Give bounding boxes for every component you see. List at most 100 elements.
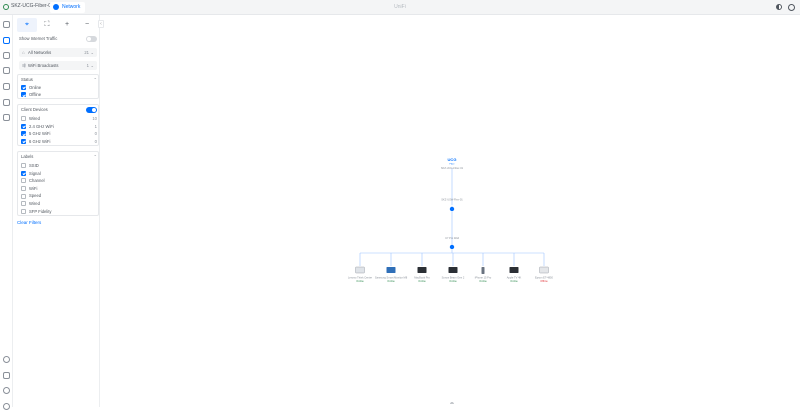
brand-logo: UniFi [394,4,406,10]
switch-port-icon [449,206,455,212]
channel-checkbox[interactable] [21,178,26,184]
wifi-24-checkbox[interactable] [21,123,26,129]
wifi-24-count: 1 [94,123,97,129]
client-label: Apple TV 4K [507,276,522,280]
client-node[interactable]: Lenovo Think CentreOnline [348,253,373,283]
recenter-icon[interactable]: ⌓ [448,400,456,406]
wifi-label-checkbox[interactable] [21,186,26,192]
show-internet-traffic-label: Show Internet Traffic [19,36,58,41]
alerts-icon[interactable] [3,387,10,394]
zoom-in-button[interactable]: + [57,18,77,32]
show-internet-traffic-row: Show Internet Traffic [19,34,97,43]
client-label: iPhone 15 Pro [475,276,492,280]
chevron-down-icon: ⌄ [90,63,94,68]
client-node[interactable]: Samsung Smart Monitor M8Online [375,253,408,283]
client-node[interactable]: Sonos Beam Gen 2Online [442,253,465,283]
printer-device-icon [539,266,549,274]
network-select[interactable]: ⌂ All Networks 21 ⌄ [19,48,97,57]
theme-toggle-icon[interactable] [776,4,782,10]
gateway-node[interactable]: UCG Fiber SKZ-UCG-Fiber-01 [441,156,464,170]
status-online-option[interactable]: Online [21,84,97,92]
clear-filters-link[interactable]: Clear Filters [17,220,41,225]
wifi-6-checkbox[interactable] [21,139,26,145]
topology-canvas[interactable]: UCG Fiber SKZ-UCG-Fiber-01 SKZ-USW-Flex-… [100,15,800,407]
speed-label: Speed [29,193,42,199]
client-node[interactable]: iPhone 15 ProOnline [475,253,492,283]
client-status: Online [510,279,518,283]
label-signal-option[interactable]: Signal [21,170,97,178]
status-group: Status ⌃ Online Offline [17,74,99,99]
speed-checkbox[interactable] [21,193,26,199]
label-ssid-option[interactable]: SSID [21,162,97,170]
client-devices-toggle[interactable] [86,106,97,113]
dashboard-icon[interactable] [3,21,10,28]
wifi-label-text: WiFi [29,185,38,191]
wifi-icon: ⇶ [22,63,26,68]
tab-network-label: Network [62,4,81,10]
switch-label: SKZ-USW-Flex-01 [441,198,463,202]
client-node[interactable]: Epson ET-4850Offline [535,253,553,283]
cursor-tool-button[interactable]: ⌖ [17,18,37,32]
client-label: Sonos Beam Gen 2 [442,276,465,280]
label-wifi-option[interactable]: WiFi [21,185,97,193]
offline-checkbox[interactable] [21,92,26,98]
insights-icon[interactable] [3,83,10,90]
user-avatar-icon[interactable] [788,4,795,11]
ap-label: U7 Pro Wall [445,236,459,240]
notes-icon[interactable] [3,372,10,379]
wifi-6-label: 6 GHz WiFi [29,138,51,144]
client-nodes: Lenovo Think CentreOnlineSamsung Smart M… [348,253,553,283]
chevron-up-icon: ⌃ [93,154,97,159]
client-status: Online [479,279,487,283]
support-icon[interactable] [3,356,10,363]
client-node[interactable]: Apple TV 4KOnline [507,253,522,283]
wifi-6-option[interactable]: 6 GHz WiFi 0 [21,138,97,146]
wifi-select[interactable]: ⇶ WiFi Broadcasts 1 ⌄ [19,61,97,70]
wired-option[interactable]: Wired 10 [21,115,97,123]
console-icon[interactable] [3,4,9,10]
security-shield-icon[interactable] [3,114,10,121]
monitor-device-icon [386,267,396,273]
label-speed-option[interactable]: Speed [21,192,97,200]
chevron-down-icon: ⌄ [90,50,94,55]
channel-label: Channel [29,178,45,184]
tab-network[interactable]: Network [50,2,86,13]
wifi-24-option[interactable]: 2.4 GHz WiFi 1 [21,123,97,131]
gateway-label: SKZ-UCG-Fiber-01 [441,166,464,170]
labels-title: Labels [21,154,34,159]
label-wired-option[interactable]: Wired [21,200,97,208]
top-bar: SKZ-UCG-Fiber-01 Network UniFi [0,0,800,15]
console-name[interactable]: SKZ-UCG-Fiber-01 [11,3,54,9]
client-status: Online [356,279,364,283]
wired-label-checkbox[interactable] [21,201,26,207]
wifi-5-checkbox[interactable] [21,131,26,137]
labels-header[interactable]: Labels ⌃ [21,152,97,161]
label-sfp-option[interactable]: SFP Fidelity [21,208,97,216]
sfp-checkbox[interactable] [21,208,26,214]
wifi-5-option[interactable]: 5 GHz WiFi 0 [21,130,97,138]
filter-panel: ⌖ ⛶ + − Show Internet Traffic ⌂ All Netw… [13,15,100,407]
clients-icon[interactable] [3,67,10,74]
wired-checkbox[interactable] [21,116,26,122]
wifi-count: 1 [86,63,89,68]
laptop-device-icon [417,267,427,273]
client-status: Online [418,279,426,283]
wifi-5-label: 5 GHz WiFi [29,131,51,137]
ssid-label: SSID [29,163,39,168]
client-node[interactable]: MacBook ProOnline [414,253,430,283]
offline-label: Offline [29,92,42,97]
status-offline-option[interactable]: Offline [21,91,97,99]
online-checkbox[interactable] [21,84,26,90]
zoom-out-button[interactable]: − [77,18,97,32]
client-status: Offline [540,279,548,283]
statistics-icon[interactable] [3,99,10,106]
client-label: Samsung Smart Monitor M8 [375,276,408,280]
fit-view-button[interactable]: ⛶ [37,18,57,32]
ssid-checkbox[interactable] [21,163,26,169]
topology-icon[interactable] [3,37,10,44]
show-internet-traffic-toggle[interactable] [86,36,97,42]
signal-checkbox[interactable] [21,170,26,176]
label-channel-option[interactable]: Channel [21,177,97,185]
devices-icon[interactable] [3,52,10,59]
client-label: Lenovo Think Centre [348,276,373,280]
